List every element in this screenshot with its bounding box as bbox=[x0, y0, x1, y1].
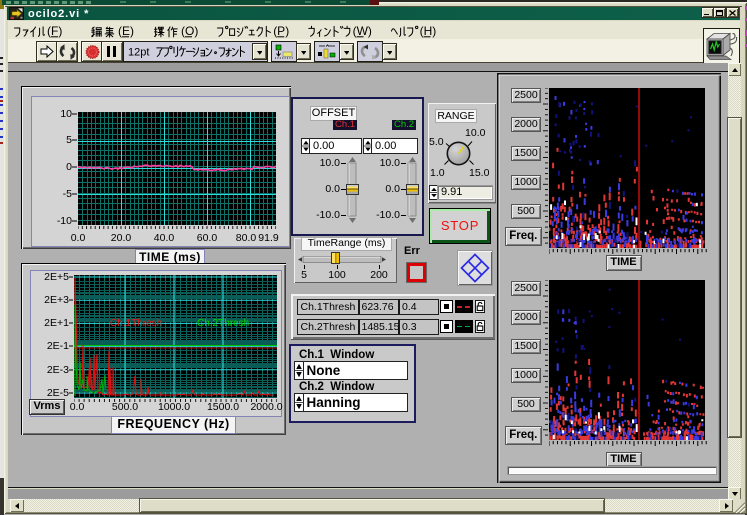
svg-text:12pt: 12pt bbox=[128, 47, 149, 59]
